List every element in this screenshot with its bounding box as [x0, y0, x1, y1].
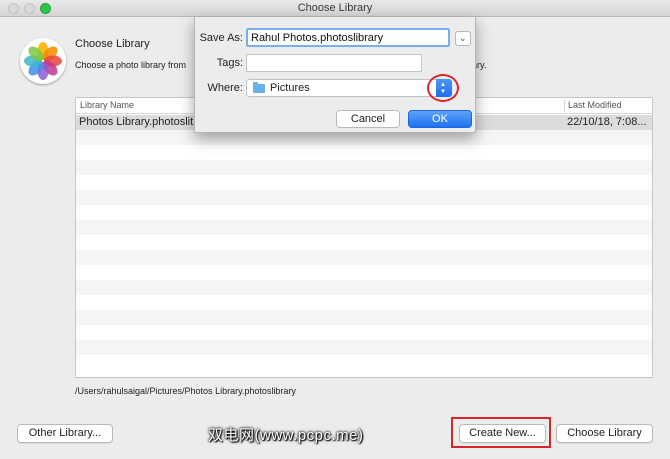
library-description: Choose a photo library from	[75, 60, 187, 70]
table-row[interactable]	[76, 190, 652, 205]
table-row[interactable]	[76, 235, 652, 250]
table-row[interactable]	[76, 325, 652, 340]
choose-library-window: Choose Library Choose Library Choose a p…	[0, 0, 670, 459]
save-sheet: Save As: ⌄ Tags: Where: Pictures ▲ ▼ Can…	[194, 17, 476, 133]
table-row[interactable]	[76, 160, 652, 175]
chevron-down-icon: ⌄	[459, 33, 467, 43]
folder-icon	[253, 82, 265, 93]
table-row[interactable]	[76, 220, 652, 235]
create-new-button[interactable]: Create New...	[459, 424, 546, 443]
column-last-modified[interactable]: Last Modified	[568, 100, 622, 110]
watermark-text: 双电网(www.pcpc.me)	[208, 427, 364, 444]
save-as-input[interactable]	[246, 28, 450, 47]
last-modified-cell: 22/10/18, 7:08...	[567, 116, 647, 128]
table-row[interactable]	[76, 175, 652, 190]
titlebar[interactable]: Choose Library	[0, 0, 670, 17]
window-title: Choose Library	[297, 2, 373, 14]
library-path: /Users/rahulsaigal/Pictures/Photos Libra…	[75, 386, 296, 396]
table-row[interactable]	[76, 205, 652, 220]
column-library-name[interactable]: Library Name	[80, 100, 134, 110]
column-separator	[564, 100, 565, 112]
table-row[interactable]	[76, 145, 652, 160]
where-select[interactable]: Pictures ▲ ▼	[246, 79, 452, 97]
table-row[interactable]	[76, 280, 652, 295]
table-row[interactable]	[76, 295, 652, 310]
where-value: Pictures	[270, 82, 310, 94]
choose-library-button[interactable]: Choose Library	[556, 424, 653, 443]
photos-app-icon	[20, 38, 66, 84]
table-row[interactable]	[76, 265, 652, 280]
save-as-label: Save As:	[199, 32, 243, 44]
library-heading: Choose Library	[75, 38, 150, 50]
library-name-cell: Photos Library.photoslit	[79, 116, 194, 128]
library-table[interactable]: Library Name Last Modified Photos Librar…	[75, 97, 653, 378]
tags-input[interactable]	[246, 54, 422, 72]
other-library-button[interactable]: Other Library...	[17, 424, 113, 443]
table-row[interactable]	[76, 310, 652, 325]
tags-label: Tags:	[216, 57, 243, 69]
where-label: Where:	[207, 82, 243, 94]
annotation-circle	[427, 74, 459, 102]
table-row[interactable]	[76, 340, 652, 355]
expand-sheet-button[interactable]: ⌄	[455, 31, 471, 46]
cancel-button[interactable]: Cancel	[336, 110, 400, 128]
table-row[interactable]	[76, 250, 652, 265]
ok-button[interactable]: OK	[408, 110, 472, 128]
